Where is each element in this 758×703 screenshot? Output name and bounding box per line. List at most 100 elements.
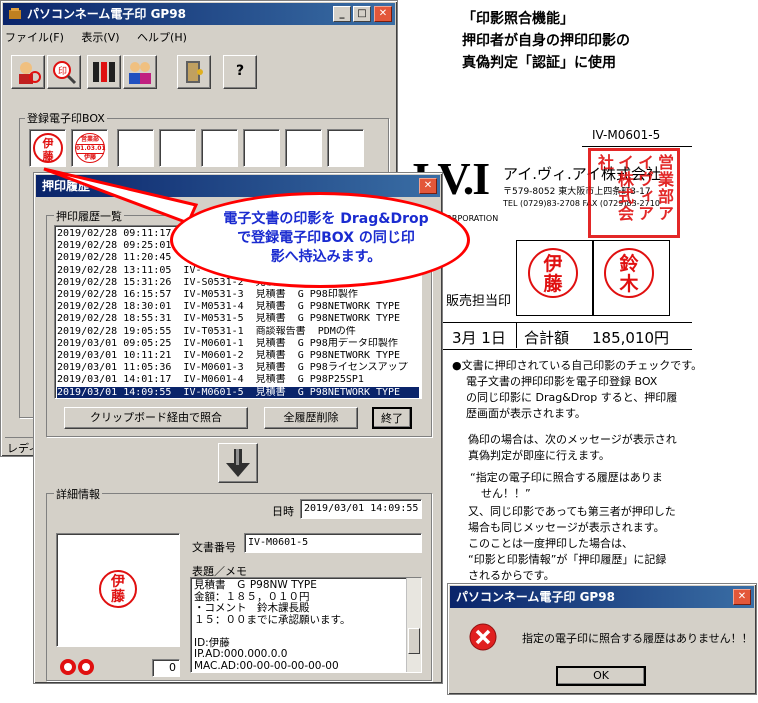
desc-line-11: 場合も同じメッセージが表示されます。: [468, 521, 665, 534]
message-title: パソコンネーム電子印 GP98: [456, 590, 615, 604]
datetime-label: 日時: [272, 505, 294, 518]
doc-date: 3月 1日: [452, 329, 506, 347]
memo-scrollbar[interactable]: [406, 578, 421, 672]
table-row[interactable]: 2019/03/01 09:05:25 IV-M0601-1 見積書 G P98…: [57, 338, 419, 350]
main-titlebar[interactable]: パソコンネーム電子印 GP98 _ □ ✕: [3, 3, 395, 25]
minimize-button[interactable]: _: [333, 6, 351, 22]
seal-box-label: 登録電子印BOX: [25, 110, 107, 126]
svg-text:印: 印: [58, 65, 67, 77]
users-icon: [129, 62, 151, 84]
table-row[interactable]: 2019/02/28 18:55:31 IV-M0531-5 見積書 G P98…: [57, 313, 419, 325]
detail-label: 詳細情報: [54, 486, 102, 502]
seal-preview: 伊藤: [56, 533, 180, 647]
table-row[interactable]: 2019/02/28 18:30:01 IV-M0531-4 見積書 G P98…: [57, 301, 419, 313]
seal-slot-1[interactable]: 伊藤: [29, 129, 66, 167]
maximize-button[interactable]: □: [353, 6, 371, 22]
exit-button[interactable]: 終了: [372, 407, 412, 429]
main-title: パソコンネーム電子印 GP98: [27, 7, 186, 21]
message-text: 指定の電子印に照合する履歴はありません！！: [522, 632, 753, 645]
desc-line-3: の同じ印影に Drag&Drop すると、押印履: [466, 391, 678, 404]
menu-help[interactable]: ヘルプ(H): [137, 31, 187, 44]
message-dialog: パソコンネーム電子印 GP98 ✕ 指定の電子印に照合する履歴はありません！！ …: [447, 583, 757, 695]
memo-line: [194, 626, 418, 638]
desc-line-10: 又、同じ印影であっても第三者が押印した: [468, 505, 676, 518]
callout-line-2: で登録電子印BOX の同じ印: [237, 230, 415, 246]
desc-line-2: 電子文書の押印印影を電子印登録 BOX: [466, 375, 658, 388]
seal-slot-8[interactable]: [327, 129, 364, 167]
seal-suzuki-document: 鈴木: [604, 248, 654, 298]
tool-button-stamps[interactable]: [87, 55, 121, 89]
stamps-icon: [93, 62, 115, 82]
tool-button-users[interactable]: [123, 55, 157, 89]
desc-line-12: このことは一度押印した場合は、: [468, 537, 633, 550]
menubar: ファイル(F) 表示(V) ヘルプ(H): [5, 29, 201, 47]
desc-line-14: されるからです。: [468, 569, 555, 582]
seal-ito-small: 伊藤: [33, 133, 63, 163]
callout-line-1: 電子文書の印影を Drag&Drop: [223, 211, 429, 227]
desc-line-1: ●文書に押印されている自己印影のチェックです。: [452, 359, 703, 372]
table-row[interactable]: 2019/03/01 10:11:21 IV-M0601-2 見積書 G P98…: [57, 350, 419, 362]
seal-slot-7[interactable]: [285, 129, 322, 167]
desc-line-13: “印影と印影情報”が「押印履歴」に記録: [468, 553, 667, 566]
history-close-button[interactable]: ✕: [419, 178, 437, 194]
transfer-down-button[interactable]: [218, 443, 258, 483]
app-icon: [9, 8, 21, 19]
callout-pointer: [43, 167, 198, 225]
desc-line-6: 偽印の場合は、次のメッセージが表示され: [468, 433, 677, 446]
tool-button-search[interactable]: 印: [47, 55, 81, 89]
table-row[interactable]: 2019/03/01 11:05:36 IV-M0601-3 見積書 G P98…: [57, 362, 419, 374]
datetime-field[interactable]: 2019/03/01 14:09:55: [300, 499, 422, 519]
memo-line: IP.AD:000.000.0.0: [194, 648, 288, 660]
feature-heading: 「印影照合機能」 押印者が自身の押印印影の 真偽判定「認証」に使用: [462, 8, 630, 74]
staff-seal-label: 販売担当印: [446, 294, 512, 309]
tool-button-user[interactable]: [11, 55, 45, 89]
memo-scroll-thumb[interactable]: [408, 628, 420, 654]
desc-line-4: 歴画面が表示されます。: [466, 407, 586, 420]
docno-field[interactable]: IV-M0601-5: [244, 533, 422, 553]
doc-total-divider: [516, 322, 517, 348]
message-close-button[interactable]: ✕: [733, 589, 751, 605]
memo-line: １５：００までに承認願います。: [194, 613, 351, 626]
menu-view[interactable]: 表示(V): [81, 31, 119, 44]
arrow-down-icon: [226, 449, 250, 477]
table-row[interactable]: 2019/02/28 16:15:57 IV-M0531-3 見積書 G P98…: [57, 289, 419, 301]
clipboard-verify-button[interactable]: クリップボード経由で照合: [64, 407, 248, 429]
seal-slot-2[interactable]: 営業部 01.03.01 伊藤: [71, 129, 108, 167]
desc-line-8: “指定の電子印に照合する履歴はありま: [470, 471, 663, 484]
heading-line-2: 押印者が自身の押印印影の: [462, 33, 630, 49]
table-row[interactable]: 2019/03/01 14:01:17 IV-M0601-4 見積書 G P98…: [57, 374, 419, 386]
memo-line: MAC.AD:00-00-00-00-00-00: [194, 659, 339, 672]
seal-slot-3[interactable]: [117, 129, 154, 167]
desc-line-7: 真偽判定が即座に行えます。: [468, 449, 610, 462]
callout-line-3: 影へ持込みます。: [270, 249, 382, 265]
doc-number: IV-M0601-5: [592, 128, 661, 142]
error-icon: [469, 623, 497, 651]
memo-line: 見積書 Ｇ P98NW TYPE: [194, 579, 317, 591]
message-titlebar[interactable]: パソコンネーム電子印 GP98 ✕: [450, 586, 754, 608]
exit-door-icon: [186, 61, 203, 83]
counter-field[interactable]: 0: [152, 659, 180, 677]
ok-button[interactable]: OK: [556, 666, 646, 686]
seal-ito-document: 伊藤: [528, 248, 578, 298]
table-row[interactable]: 2019/02/28 19:05:55 IV-T0531-1 商談報告書 PDM…: [57, 326, 419, 338]
close-button[interactable]: ✕: [374, 6, 392, 22]
tool-button-exit[interactable]: [177, 55, 211, 89]
company-seal-square: 営業部アイヴィアイ株式会社: [588, 148, 680, 238]
doc-total-value: 185,010円: [592, 329, 670, 347]
help-button-label: ?: [235, 63, 245, 79]
memo-field[interactable]: 見積書 Ｇ P98NW TYPE 金額：１８５，０１０円 ・コメント 鈴木課長殿 １５…: [190, 577, 422, 673]
memo-line: ・コメント 鈴木課長殿: [194, 602, 310, 614]
seal-slot-5[interactable]: [201, 129, 238, 167]
heading-line-1: 「印影照合機能」: [462, 11, 574, 27]
seal-slot-4[interactable]: [159, 129, 196, 167]
table-row[interactable]: 2019/03/01 14:09:55 IV-M0601-5 見積書 G P98…: [57, 386, 419, 398]
seal-ito-preview: 伊藤: [99, 570, 137, 608]
docno-label: 文書番号: [192, 541, 236, 554]
seal-slot-6[interactable]: [243, 129, 280, 167]
search-seal-icon: 印: [53, 61, 77, 85]
help-button[interactable]: ?: [223, 55, 257, 89]
heading-line-3: 真偽判定「認証」に使用: [462, 55, 616, 71]
menu-file[interactable]: ファイル(F): [5, 31, 64, 44]
seal-dated-small: 営業部 01.03.01 伊藤: [75, 133, 106, 163]
delete-all-history-button[interactable]: 全履歴削除: [264, 407, 358, 429]
